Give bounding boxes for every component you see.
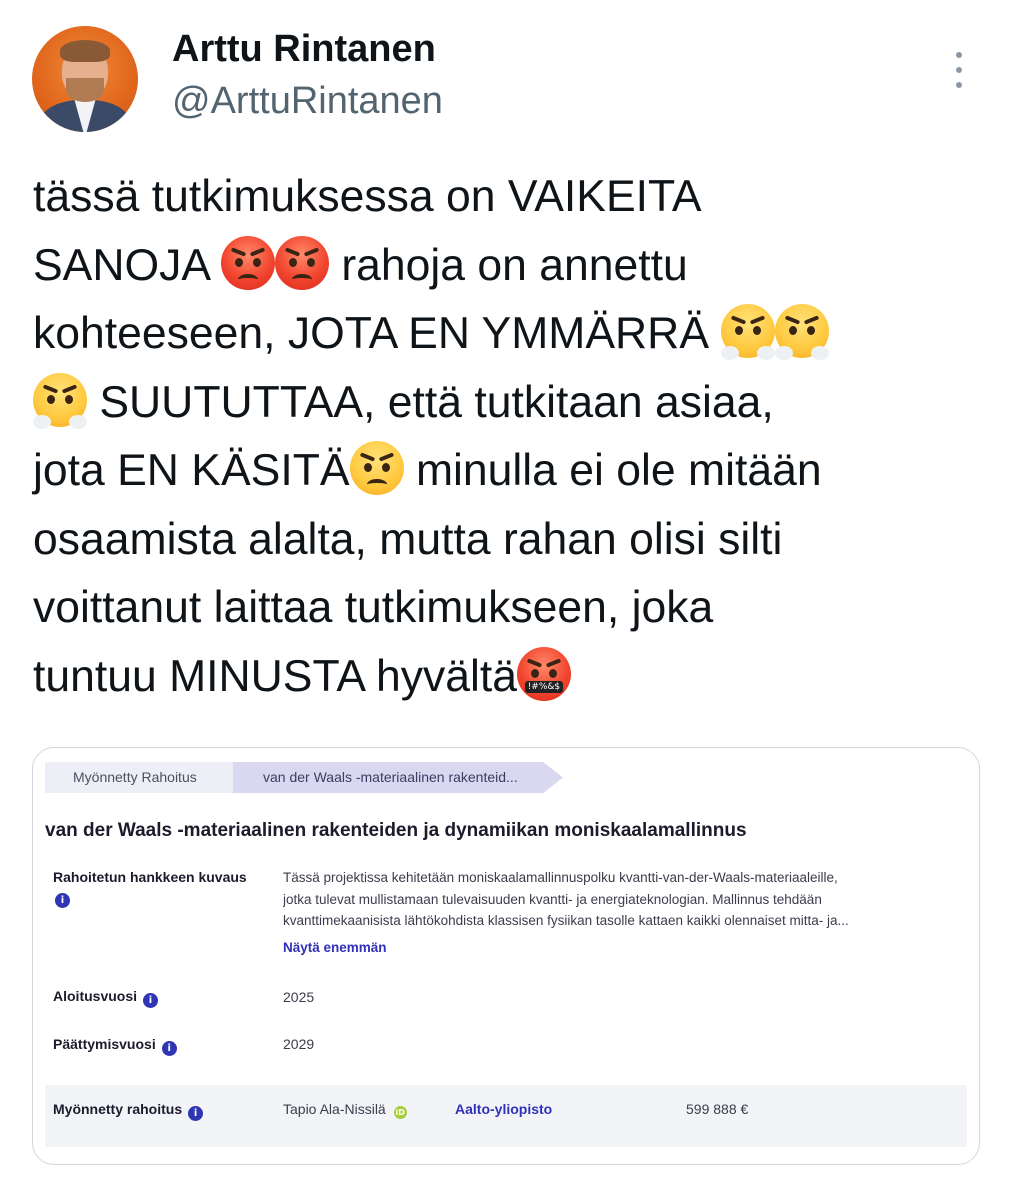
breadcrumb-item-project[interactable]: van der Waals -materiaalinen rakenteid..…	[233, 762, 563, 793]
face-with-symbols-on-mouth-emoji: !#%&$	[516, 646, 571, 701]
description-label: Rahoitetun hankkeen kuvaus i	[53, 869, 247, 908]
tweet-line: tuntuu MINUSTA hyvältä !#%&$	[33, 643, 993, 712]
avatar[interactable]	[32, 26, 138, 132]
face-with-steam-from-nose-emoji	[721, 304, 776, 360]
tweet-line: SANOJA rahoja on annettu	[33, 232, 993, 301]
organization-link[interactable]: Aalto-yliopisto	[455, 1101, 552, 1117]
info-icon[interactable]: i	[55, 893, 70, 908]
tweet-header: Arttu Rintanen @ArttuRintanen	[0, 0, 1011, 150]
funding-label: Myönnetty rahoitus i	[53, 1101, 204, 1121]
tweet-line: SUUTUTTAA, että tutkitaan asiaa,	[33, 369, 993, 438]
recipient-name: Tapio Ala-Nissilä iD	[283, 1101, 407, 1119]
info-icon[interactable]: i	[143, 993, 159, 1008]
attached-image-card[interactable]: Myönnetty Rahoitus van der Waals -materi…	[32, 747, 980, 1165]
pouting-face-emoji	[349, 441, 404, 495]
breadcrumb-item-funding[interactable]: Myönnetty Rahoitus	[45, 762, 245, 793]
tweet-line: kohteeseen, JOTA EN YMMÄRRÄ	[33, 300, 993, 369]
start-year-value: 2025	[283, 989, 315, 1005]
tweet-line: jota EN KÄSITÄ minulla ei ole mitään	[33, 437, 993, 506]
author-display-name[interactable]: Arttu Rintanen	[172, 28, 436, 71]
face-with-steam-from-nose-emoji	[33, 372, 87, 429]
funding-amount: 599 888 €	[686, 1101, 749, 1117]
funding-row: Myönnetty rahoitus i Tapio Ala-Nissilä iD …	[45, 1085, 967, 1147]
project-title: van der Waals -materiaalinen rakenteiden…	[45, 820, 747, 841]
more-vertical-icon[interactable]	[944, 48, 974, 92]
end-year-label: Päättymisvuosi i	[53, 1036, 177, 1056]
angry-face-emoji	[220, 235, 275, 290]
angry-face-emoji	[274, 235, 329, 290]
info-icon[interactable]: i	[161, 1041, 177, 1056]
tweet-line: tässä tutkimuksessa on VAIKEITA	[33, 172, 702, 221]
tweet-line: osaamista alalta, mutta rahan olisi silt…	[33, 514, 783, 564]
tweet-text: tässä tutkimuksessa on VAIKEITA SANOJA r…	[33, 163, 993, 711]
author-handle[interactable]: @ArttuRintanen	[172, 80, 443, 123]
face-with-steam-from-nose-emoji	[775, 304, 830, 360]
show-more-link[interactable]: Näytä enemmän	[283, 940, 387, 955]
breadcrumb: Myönnetty Rahoitus van der Waals -materi…	[45, 762, 563, 793]
project-description: Tässä projektissa kehitetään moniskaalam…	[283, 870, 849, 928]
end-year-value: 2029	[283, 1036, 315, 1052]
orcid-icon[interactable]: iD	[393, 1106, 407, 1119]
start-year-label: Aloitusvuosi i	[53, 988, 159, 1008]
info-icon[interactable]: i	[188, 1106, 204, 1121]
tweet-line: voittanut laittaa tutkimukseen, joka	[33, 583, 714, 632]
